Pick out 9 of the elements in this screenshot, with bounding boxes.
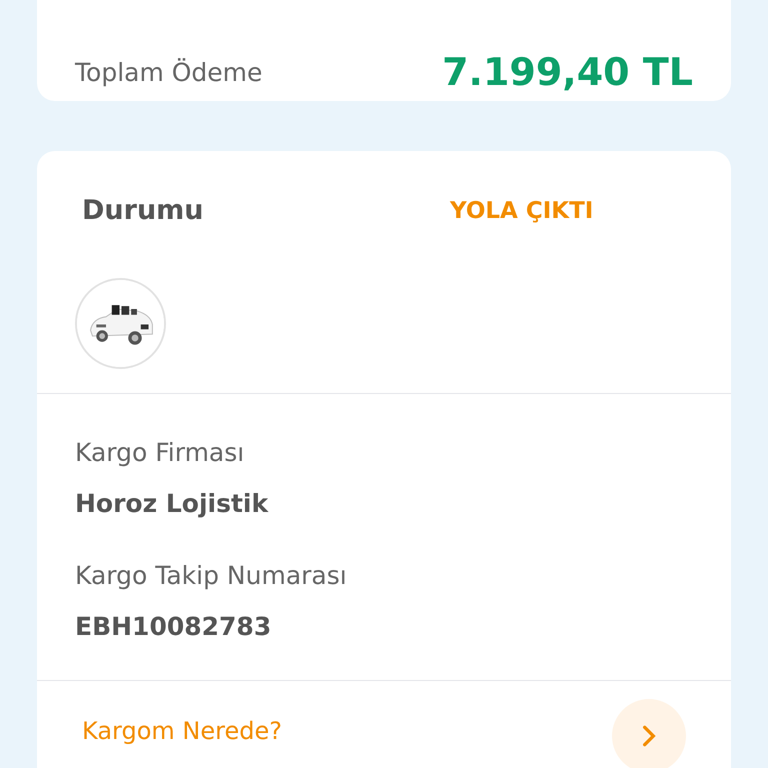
field-value: EBH10082783 bbox=[75, 611, 272, 643]
field-label: Kargo Firması bbox=[75, 436, 246, 468]
field-value: Horoz Lojistik bbox=[75, 488, 270, 520]
total-amount: 7.199,40 TL bbox=[442, 49, 693, 96]
total-label: Toplam Ödeme bbox=[75, 56, 262, 89]
status-label: Durumu bbox=[82, 194, 205, 228]
field-label: Kargo Takip Numarası bbox=[75, 560, 348, 592]
track-link[interactable]: Kargom Nerede? bbox=[82, 712, 282, 748]
status-value: YOLA ÇIKTI bbox=[450, 197, 594, 226]
